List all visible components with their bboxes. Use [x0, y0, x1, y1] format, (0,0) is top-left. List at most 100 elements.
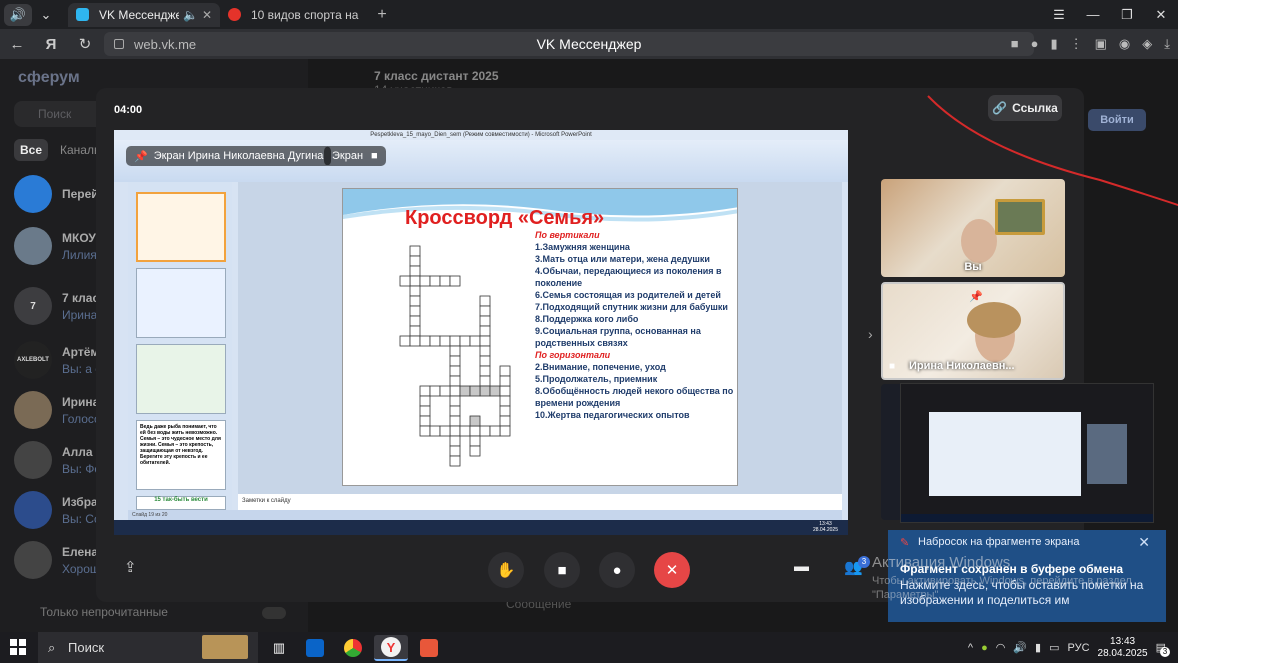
- participant-name: Вы: [964, 261, 982, 273]
- slide-thumb[interactable]: 15 так-быть вести: [136, 496, 226, 510]
- crossword-cell: [469, 335, 481, 347]
- activation-watermark-title: Активация Windows: [872, 554, 1011, 571]
- slide-thumb[interactable]: [136, 344, 226, 414]
- clue: 8.Обобщённость людей некого общества по …: [535, 386, 734, 408]
- notifications-icon[interactable]: ▤3: [1156, 641, 1170, 657]
- outlook-icon[interactable]: [298, 635, 332, 661]
- link-button[interactable]: 🔗 Ссылка: [988, 95, 1062, 121]
- participant-tile-self[interactable]: Вы: [881, 179, 1065, 277]
- tab-list-chevron-icon[interactable]: ⌄: [32, 4, 60, 26]
- bookmark-icon[interactable]: ▮: [1050, 36, 1057, 52]
- minimize-icon[interactable]: —: [1076, 7, 1110, 22]
- address-bar-actions: ■ ● ▮ ⋮ ▣ ◉ ◈ ⤓: [1011, 36, 1170, 52]
- crossword-cell: [469, 385, 481, 397]
- system-tray: ^ ● ◠ 🔊 ▮ ▭ РУС 13:43 28.04.2025 ▤3: [968, 632, 1170, 663]
- audio-tab-icon[interactable]: 🔊: [4, 3, 32, 26]
- end-call-button[interactable]: ✕: [654, 552, 690, 588]
- slide-thumb[interactable]: Ведь даже рыба понимает, что ей без воды…: [136, 420, 226, 490]
- lock-icon: [114, 39, 124, 49]
- slide-thumb[interactable]: [136, 192, 226, 262]
- chrome-icon[interactable]: [336, 635, 370, 661]
- filter-chips: Все Каналы: [14, 139, 109, 161]
- camera-button[interactable]: ■: [544, 552, 580, 588]
- task-view-icon[interactable]: ▥: [262, 635, 296, 661]
- crossword-cell: [479, 385, 491, 397]
- close-icon[interactable]: ✕: [1138, 534, 1150, 551]
- participant-video: [995, 199, 1045, 235]
- call-window: 04:00 🔗 Ссылка Pespetkleva_15_mayo_Dien_…: [96, 88, 1084, 602]
- crossword-cell: [409, 245, 421, 257]
- network-icon[interactable]: ◠: [996, 641, 1006, 654]
- join-call-button[interactable]: Войти: [1088, 109, 1146, 131]
- back-icon[interactable]: ←: [0, 36, 34, 53]
- tray-app-icon[interactable]: ●: [981, 642, 988, 654]
- participant-tile-irina[interactable]: 📌 ■ Ирина Николаевн...: [881, 282, 1065, 380]
- slide-thumb[interactable]: [136, 268, 226, 338]
- camera-icon[interactable]: ■: [1011, 36, 1019, 52]
- more-icon[interactable]: ⋮: [1070, 36, 1083, 52]
- ppt-notes[interactable]: Заметки к слайду: [238, 494, 842, 510]
- shared-screen[interactable]: Pespetkleva_15_mayo_Dien_sem (Режим совм…: [114, 130, 848, 535]
- battery-icon[interactable]: ▭: [1049, 641, 1059, 654]
- crossword-cell: [419, 425, 431, 437]
- filter-all[interactable]: Все: [14, 139, 49, 161]
- tray-chevron-icon[interactable]: ^: [968, 642, 973, 654]
- yandex-icon[interactable]: Я: [34, 36, 68, 53]
- browser-tab-vk[interactable]: VK Мессенджер 🔈 ✕: [68, 2, 220, 27]
- crossword-cell: [459, 385, 471, 397]
- crossword-cell: [429, 335, 441, 347]
- language-indicator[interactable]: РУС: [1068, 642, 1090, 654]
- only-unread-toggle[interactable]: [262, 607, 286, 619]
- activation-watermark-text: Чтобы активировать Windows, перейдите в …: [872, 575, 1132, 601]
- chat-icon[interactable]: ▬: [794, 558, 809, 575]
- new-tab-button[interactable]: +: [370, 6, 394, 24]
- shared-taskbar: 13:43 28.04.2025: [114, 520, 848, 535]
- crossword-cell: [479, 365, 491, 377]
- snip-preview[interactable]: [900, 383, 1154, 523]
- clue: 5.Продолжатель, приемник: [535, 374, 658, 384]
- crossword-grid: [399, 245, 511, 467]
- snip-preview-image: [929, 412, 1081, 496]
- volume-icon[interactable]: 🔊: [1013, 641, 1027, 654]
- snipping-tool-icon[interactable]: [412, 635, 446, 661]
- chevron-right-icon[interactable]: ›: [868, 326, 873, 342]
- crossword-cell: [499, 385, 511, 397]
- sidebar-icon[interactable]: ◈: [1142, 36, 1152, 52]
- shared-date: 28.04.2025: [812, 527, 838, 533]
- crossword-cell: [449, 405, 461, 417]
- participant-name: Ирина Николаевн...: [909, 360, 1015, 372]
- taskbar-date: 28.04.2025: [1097, 647, 1148, 659]
- chat-subtitle: Вы: Со: [62, 511, 101, 526]
- raise-hand-button[interactable]: ✋: [488, 552, 524, 588]
- yandex-browser-icon[interactable]: Y: [374, 635, 408, 661]
- taskbar-search-label: Поиск: [68, 640, 105, 655]
- browser-tab-sport[interactable]: 10 видов спорта на неме: [220, 3, 370, 27]
- crossword-cell: [409, 305, 421, 317]
- taskbar-clock[interactable]: 13:43 28.04.2025: [1098, 636, 1148, 660]
- clue: 10.Жертва педагогических опытов: [535, 410, 690, 420]
- crossword-cell: [499, 375, 511, 387]
- crossword-cell: [469, 425, 481, 437]
- screen-owner-text: Экран Ирина Николаевна Дугина: [153, 150, 324, 162]
- download-icon[interactable]: ⤓: [1164, 36, 1170, 52]
- notifications-count: 3: [1160, 647, 1170, 657]
- tabs-menu-icon[interactable]: ☰: [1042, 7, 1076, 23]
- crossword-cell: [399, 335, 411, 347]
- crossword-cell: [449, 445, 461, 457]
- microphone-button[interactable]: ●: [599, 552, 635, 588]
- share-screen-icon[interactable]: ⇪: [124, 558, 137, 576]
- chat-title: Елена: [62, 544, 99, 559]
- mic-icon[interactable]: ●: [1031, 36, 1039, 52]
- crossword-cell: [409, 285, 421, 297]
- mic-icon[interactable]: ▮: [1035, 641, 1041, 654]
- extension-icon[interactable]: ▣: [1095, 36, 1107, 52]
- reload-icon[interactable]: ↻: [68, 35, 102, 53]
- screen-owner-label: 📌 Экран Ирина Николаевна Дугина: [126, 146, 332, 166]
- taskbar-search[interactable]: ⌕ Поиск: [38, 632, 258, 663]
- media-icon[interactable]: ◉: [1119, 36, 1130, 52]
- url-field[interactable]: web.vk.me: [104, 32, 1034, 56]
- close-tab-icon[interactable]: ✕: [202, 8, 212, 22]
- windows-start-icon[interactable]: [10, 639, 26, 655]
- restore-icon[interactable]: ❐: [1110, 7, 1144, 23]
- close-window-icon[interactable]: ✕: [1144, 7, 1178, 23]
